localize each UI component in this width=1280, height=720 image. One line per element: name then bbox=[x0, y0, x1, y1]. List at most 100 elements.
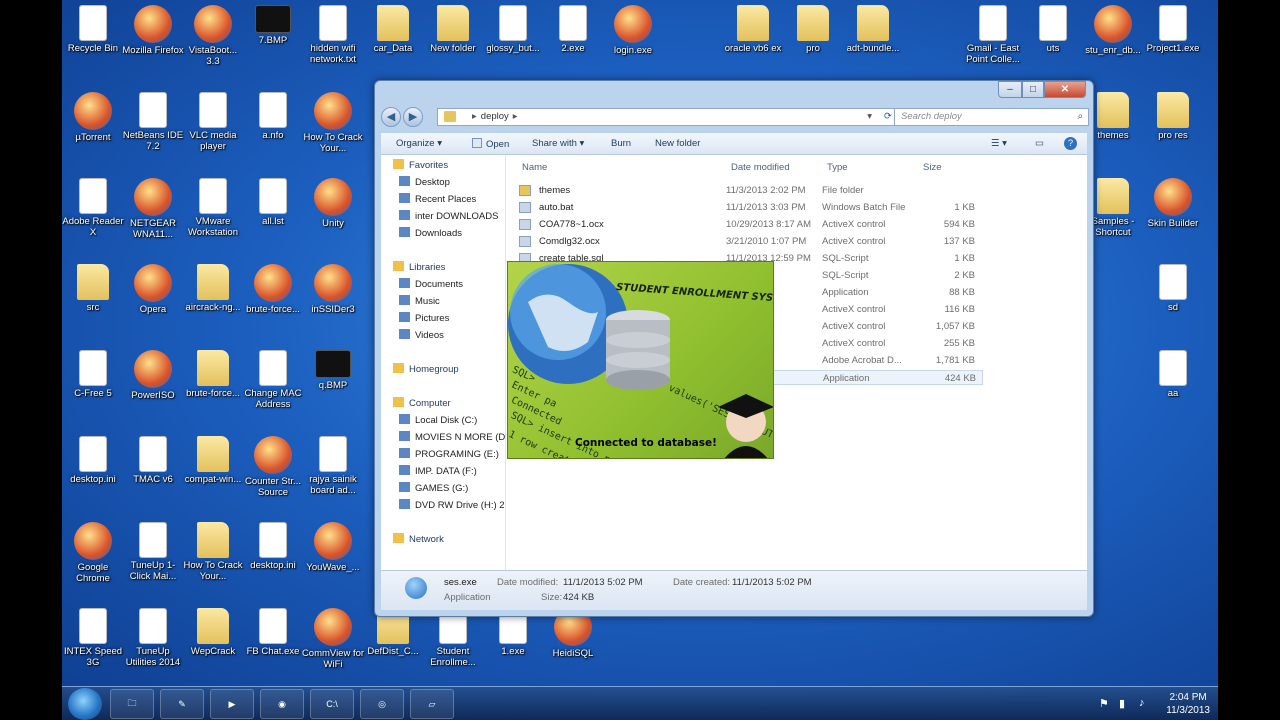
desktop-icon[interactable]: 7.BMP bbox=[241, 5, 305, 46]
desktop-icon[interactable]: NetBeans IDE 7.2 bbox=[121, 92, 185, 152]
desktop-icon[interactable]: 2.exe bbox=[541, 5, 605, 54]
nav-item[interactable]: MOVIES N MORE (D bbox=[399, 430, 505, 445]
desktop-icon[interactable]: aircrack-ng... bbox=[181, 264, 245, 313]
organize-button[interactable]: Organize ▾ bbox=[396, 138, 442, 149]
desktop-icon[interactable]: sd bbox=[1141, 264, 1205, 313]
desktop-icon[interactable]: VMware Workstation bbox=[181, 178, 245, 238]
open-button[interactable]: Open bbox=[472, 138, 509, 150]
desktop-icon[interactable]: WepCrack bbox=[181, 608, 245, 657]
desktop-icon[interactable]: TuneUp 1-Click Mai... bbox=[121, 522, 185, 582]
desktop-icon[interactable]: compat-win... bbox=[181, 436, 245, 485]
tablet-icon[interactable]: ▱ bbox=[410, 689, 454, 719]
nav-item[interactable]: Pictures bbox=[399, 311, 449, 326]
chrome-icon[interactable]: ◎ bbox=[360, 689, 404, 719]
desktop-icon[interactable]: rajya sainik board ad... bbox=[301, 436, 365, 496]
desktop-icon[interactable]: pro res bbox=[1141, 92, 1205, 141]
search-icon[interactable]: ⌕ bbox=[1078, 109, 1083, 125]
desktop-icon[interactable]: uts bbox=[1021, 5, 1085, 54]
desktop-icon[interactable]: CommView for WiFi bbox=[301, 608, 365, 670]
desktop-icon[interactable]: glossy_but... bbox=[481, 5, 545, 54]
firefox-icon[interactable]: ◉ bbox=[260, 689, 304, 719]
minimize-button[interactable]: – bbox=[998, 81, 1022, 98]
desktop-icon[interactable]: NETGEAR WNA11... bbox=[121, 178, 185, 240]
desktop-icon[interactable]: inSSIDer3 bbox=[301, 264, 365, 315]
nav-item[interactable]: PROGRAMING (E:) bbox=[399, 447, 499, 462]
desktop-icon[interactable]: hidden wifi network.txt bbox=[301, 5, 365, 65]
desktop-icon[interactable]: PowerISO bbox=[121, 350, 185, 401]
desktop-icon[interactable]: New folder bbox=[421, 5, 485, 54]
desktop-icon[interactable]: Google Chrome bbox=[61, 522, 125, 584]
desktop-icon[interactable]: VistaBoot... 3.3 bbox=[181, 5, 245, 67]
title-bar[interactable]: – □ ✕ bbox=[375, 81, 1093, 101]
desktop-icon[interactable]: µTorrent bbox=[61, 92, 125, 143]
breadcrumb-arrow-icon[interactable]: ▸ bbox=[513, 111, 518, 122]
desktop-icon[interactable]: Opera bbox=[121, 264, 185, 315]
column-header-size[interactable]: Size bbox=[923, 162, 941, 173]
desktop-icon[interactable]: aa bbox=[1141, 350, 1205, 399]
desktop-icon[interactable]: Skin Builder bbox=[1141, 178, 1205, 229]
views-icon[interactable]: ☰ ▾ bbox=[991, 138, 1007, 149]
desktop-icon[interactable]: oracle vb6 ex bbox=[721, 5, 785, 54]
burn-button[interactable]: Burn bbox=[611, 138, 631, 149]
help-icon[interactable]: ? bbox=[1064, 137, 1077, 150]
action-center-icon[interactable]: ⚑ bbox=[1099, 697, 1109, 710]
desktop-icon[interactable]: src bbox=[61, 264, 125, 313]
desktop-icon[interactable]: a.nfo bbox=[241, 92, 305, 141]
nav-item[interactable]: DVD RW Drive (H:) 2 bbox=[399, 498, 505, 513]
nav-item[interactable]: IMP. DATA (F:) bbox=[399, 464, 477, 479]
media-player-icon[interactable]: ▶ bbox=[210, 689, 254, 719]
desktop-icon[interactable]: Student Enrollme... bbox=[421, 608, 485, 668]
desktop-icon[interactable]: login.exe bbox=[601, 5, 665, 56]
nav-section-header[interactable]: Libraries bbox=[393, 260, 445, 275]
forward-button[interactable]: ▶ bbox=[403, 107, 423, 127]
paint-icon[interactable]: ✎ bbox=[160, 689, 204, 719]
explorer-icon[interactable]: 🗀 bbox=[110, 689, 154, 719]
nav-section-header[interactable]: Network bbox=[393, 532, 444, 547]
close-button[interactable]: ✕ bbox=[1044, 81, 1086, 98]
column-header-date[interactable]: Date modified bbox=[731, 162, 790, 173]
desktop-icon[interactable]: stu_enr_db... bbox=[1081, 5, 1145, 56]
column-header-name[interactable]: Name bbox=[522, 162, 547, 173]
maximize-button[interactable]: □ bbox=[1022, 81, 1044, 98]
desktop-icon[interactable]: Mozilla Firefox bbox=[121, 5, 185, 56]
desktop-icon[interactable]: q.BMP bbox=[301, 350, 365, 391]
nav-item[interactable]: Documents bbox=[399, 277, 463, 292]
desktop-icon[interactable]: How To Crack Your... bbox=[181, 522, 245, 582]
nav-item[interactable]: Local Disk (C:) bbox=[399, 413, 477, 428]
desktop-icon[interactable]: pro bbox=[781, 5, 845, 54]
nav-item[interactable]: inter DOWNLOADS bbox=[399, 209, 498, 224]
desktop-icon[interactable]: desktop.ini bbox=[241, 522, 305, 571]
desktop-icon[interactable]: Counter Str... Source bbox=[241, 436, 305, 498]
back-button[interactable]: ◀ bbox=[381, 107, 401, 127]
system-clock[interactable]: 2:04 PM 11/3/2013 bbox=[1166, 691, 1210, 717]
nav-section-header[interactable]: Computer bbox=[393, 396, 451, 411]
nav-item[interactable]: Videos bbox=[399, 328, 444, 343]
file-row[interactable]: Comdlg32.ocx 3/21/2010 1:07 PM ActiveX con… bbox=[519, 234, 983, 249]
network-icon[interactable]: ▮ bbox=[1119, 697, 1125, 710]
nav-item[interactable]: GAMES (G:) bbox=[399, 481, 468, 496]
column-header-type[interactable]: Type bbox=[827, 162, 848, 173]
desktop-icon[interactable]: How To Crack Your... bbox=[301, 92, 365, 154]
desktop-icon[interactable]: adt-bundle... bbox=[841, 5, 905, 54]
desktop-icon[interactable]: brute-force... bbox=[181, 350, 245, 399]
desktop-icon[interactable]: Gmail - East Point Colle... bbox=[961, 5, 1025, 65]
desktop-icon[interactable]: Recycle Bin bbox=[61, 5, 125, 54]
desktop-icon[interactable]: VLC media player bbox=[181, 92, 245, 152]
nav-item[interactable]: Music bbox=[399, 294, 440, 309]
desktop-icon[interactable]: TuneUp Utilities 2014 bbox=[121, 608, 185, 668]
desktop-icon[interactable]: Change MAC Address bbox=[241, 350, 305, 410]
cmd-icon[interactable]: C:\ bbox=[310, 689, 354, 719]
nav-section-header[interactable]: Favorites bbox=[393, 158, 448, 173]
desktop-icon[interactable]: car_Data bbox=[361, 5, 425, 54]
refresh-icon[interactable]: ⟳ bbox=[884, 109, 892, 125]
share-with-button[interactable]: Share with ▾ bbox=[532, 138, 584, 149]
nav-item[interactable]: Downloads bbox=[399, 226, 462, 241]
new-folder-button[interactable]: New folder bbox=[655, 138, 700, 149]
desktop-icon[interactable]: YouWave_... bbox=[301, 522, 365, 573]
nav-item[interactable]: Recent Places bbox=[399, 192, 476, 207]
preview-pane-icon[interactable]: ▭ bbox=[1035, 138, 1044, 149]
desktop-icon[interactable]: Project1.exe bbox=[1141, 5, 1205, 54]
desktop-icon[interactable]: Unity bbox=[301, 178, 365, 229]
file-row[interactable]: COA778~1.ocx 10/29/2013 8:17 AM ActiveX co… bbox=[519, 217, 983, 232]
desktop-icon[interactable]: all.lst bbox=[241, 178, 305, 227]
